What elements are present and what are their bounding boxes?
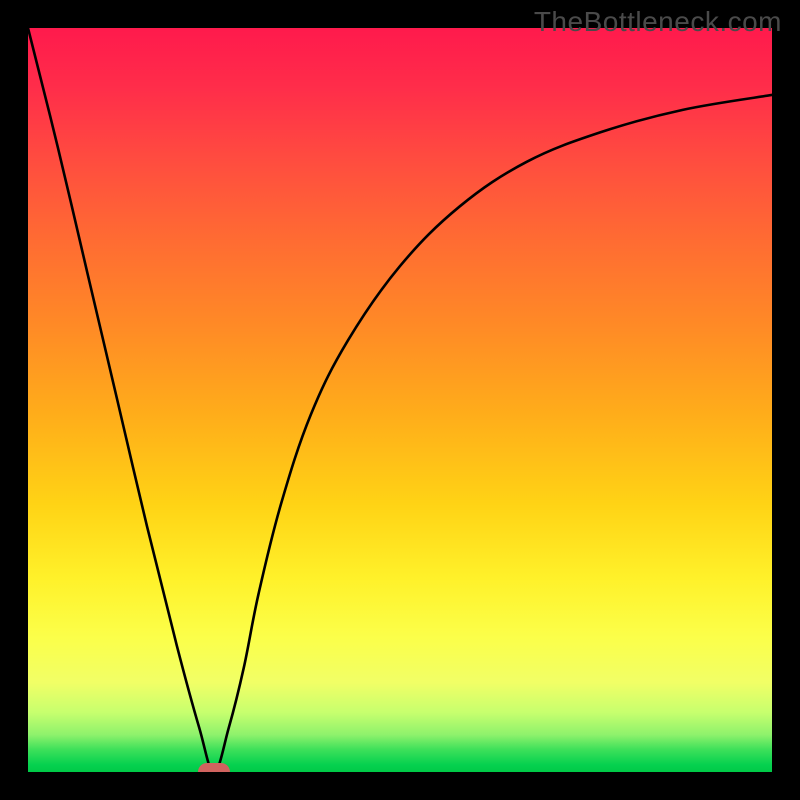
optimal-point-marker <box>198 763 230 772</box>
watermark-text: TheBottleneck.com <box>534 6 782 38</box>
plot-area <box>28 28 772 772</box>
curve-svg <box>28 28 772 772</box>
bottleneck-curve <box>28 28 772 772</box>
chart-frame: TheBottleneck.com <box>0 0 800 800</box>
